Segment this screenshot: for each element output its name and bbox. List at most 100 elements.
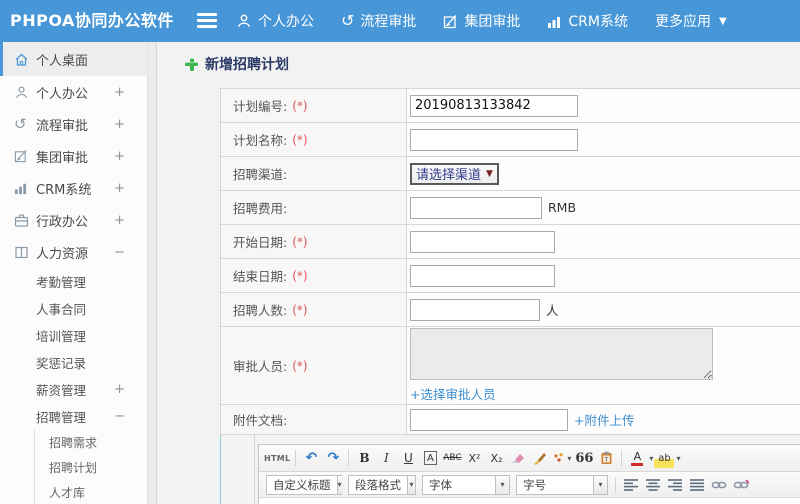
topnav-workflow-approval[interactable]: ↺ 流程审批 [341,11,416,31]
redo-button[interactable]: ↷ [323,448,343,468]
sidebar-subitem-hr-contract[interactable]: 人事合同 [0,295,147,322]
sidebar-item-workflow-approval[interactable]: ↺ 流程审批 + [0,108,147,140]
topnav-personal-office[interactable]: 个人办公 [236,11,314,31]
page-header: 新增招聘计划 [185,54,289,74]
underline-button[interactable]: U [398,448,418,468]
sidebar-splitter[interactable] [148,42,157,504]
sidebar-subitem-recruit-mgmt[interactable]: 招聘管理 − [0,403,147,430]
paragraph-format-select[interactable]: 段落格式 ▾ [348,474,416,495]
sidebar-item-admin-office[interactable]: 行政办公 + [0,204,147,236]
blockquote-button[interactable]: 66 [574,448,594,468]
highlight-color-button[interactable]: ab [654,448,675,468]
select-caret-icon: ▾ [495,475,509,494]
topnav-label: 更多应用 [655,14,711,30]
sidebar-item-label: 个人办公 [36,86,89,102]
approvers-textarea[interactable] [410,328,713,380]
italic-button[interactable]: I [376,448,396,468]
sidebar-item-hr[interactable]: 人力资源 − [0,236,147,268]
bar-chart-icon [14,181,36,195]
strikethrough-button[interactable]: ABC [442,448,462,468]
plan-name-input[interactable] [410,128,578,151]
align-justify-icon[interactable] [687,475,707,495]
sidebar-subitem-salary[interactable]: 薪资管理 + [0,376,147,403]
attachment-input[interactable] [410,408,568,431]
font-family-select[interactable]: 字体 ▾ [422,474,510,495]
undo-button[interactable]: ↶ [301,448,321,468]
sidebar-item-crm[interactable]: CRM系统 + [0,172,147,204]
form-row-approvers: 审批人员: (*) +选择审批人员 [221,327,800,405]
unlink-icon[interactable] [731,475,751,495]
attachment-upload-link[interactable]: +附件上传 [574,410,634,429]
sidebar-subitem-label: 薪资管理 [36,383,87,398]
user-icon [236,13,252,29]
insert-link-icon[interactable] [709,475,729,495]
expand-plus-icon[interactable]: + [114,181,125,196]
sidebar-subitem-training[interactable]: 培训管理 [0,322,147,349]
menu-toggle-icon[interactable] [197,13,217,29]
sidebar-subitem-rewards[interactable]: 奖惩记录 [0,349,147,376]
expand-plus-icon[interactable]: + [114,382,125,397]
sidebar-subsubitem-recruit-demand[interactable]: 招聘需求 [35,430,147,455]
process-cycle-icon: ↺ [341,11,355,30]
topnav-label: CRM系统 [568,14,628,30]
form-row-attachment: 附件文档: +附件上传 [221,405,800,435]
choose-approvers-link[interactable]: +选择审批人员 [410,384,495,403]
expand-plus-icon[interactable]: + [114,213,125,228]
custom-title-select[interactable]: 自定义标题 ▾ [266,474,342,495]
sidebar-subsubitem-recruit-plan[interactable]: 招聘计划 [35,455,147,480]
sidebar-item-label: CRM系统 [36,182,92,198]
book-icon [14,245,36,260]
format-painter-brush-icon[interactable] [530,448,550,468]
fee-input[interactable] [410,196,542,219]
form-row-channel: 招聘渠道: 请选择渠道 ▼ [221,157,800,191]
sidebar-subitem-label: 人事合同 [36,302,87,317]
form-row-fee: 招聘费用: RMB [221,191,800,225]
expand-plus-icon[interactable]: + [114,85,125,100]
align-left-icon[interactable] [621,475,641,495]
editor-content-area[interactable] [259,498,800,504]
align-center-icon[interactable] [643,475,663,495]
editor-toolbar-row1: HTML ↶ ↷ B I U A ABC X² X₂ ▾ 66 T A ▾ ab… [259,445,800,472]
collapse-minus-icon[interactable]: − [114,245,125,260]
format-brush-color-icon[interactable]: ▾ [552,448,572,468]
required-mark: (*) [292,268,308,283]
expand-plus-icon[interactable]: + [114,149,125,164]
required-mark: (*) [292,98,308,113]
collapse-minus-icon[interactable]: − [114,409,125,424]
topbar: PHPOA协同办公软件 个人办公 ↺ 流程审批 集团审批 CRM系统 更多应用 … [0,0,800,42]
field-label: 结束日期: [233,269,288,284]
topnav-crm-system[interactable]: CRM系统 [547,11,628,31]
font-color-button[interactable]: A [627,448,647,468]
sidebar-subitem-attendance[interactable]: 考勤管理 [0,268,147,295]
sidebar-subitem-label: 考勤管理 [36,275,87,290]
subscript-button[interactable]: X₂ [486,448,506,468]
end-date-input[interactable] [410,264,555,287]
sidebar-item-desktop[interactable]: 个人桌面 [0,42,147,76]
topnav-group-approval[interactable]: 集团审批 [443,11,520,31]
channel-select[interactable]: 请选择渠道 ▼ [410,162,499,185]
dropdown-caret-icon: ▾ [567,453,572,463]
remove-format-eraser-icon[interactable] [508,448,528,468]
expand-plus-icon[interactable]: + [114,117,125,132]
start-date-input[interactable] [410,230,555,253]
superscript-button[interactable]: X² [464,448,484,468]
source-code-button[interactable]: HTML [264,448,290,468]
add-plus-icon [185,57,198,71]
select-caret-icon: ▾ [336,475,342,494]
headcount-input[interactable] [410,298,540,321]
headcount-unit-label: 人 [546,303,559,318]
form-row-plan-number: 计划编号: (*) [221,89,800,123]
app-window: PHPOA协同办公软件 个人办公 ↺ 流程审批 集团审批 CRM系统 更多应用 … [0,0,800,504]
topnav-more-apps[interactable]: 更多应用 ▼ [655,11,727,31]
sidebar-item-group-approval[interactable]: 集团审批 + [0,140,147,172]
font-border-button[interactable]: A [424,451,437,465]
paste-clipboard-icon[interactable]: T [596,448,616,468]
font-size-select[interactable]: 字号 ▾ [516,474,608,495]
align-right-icon[interactable] [665,475,685,495]
sidebar-subsubitem-talent-pool[interactable]: 人才库 [35,480,147,504]
edit-icon [14,149,36,163]
sidebar-item-personal-office[interactable]: 个人办公 + [0,76,147,108]
bold-button[interactable]: B [354,448,374,468]
plan-number-input[interactable] [410,94,578,117]
process-cycle-icon: ↺ [14,114,27,133]
